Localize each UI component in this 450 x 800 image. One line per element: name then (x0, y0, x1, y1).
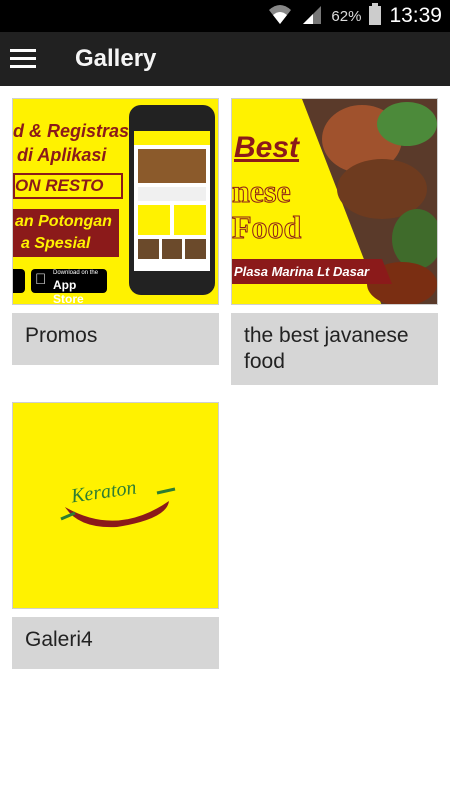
poster-text: Food (232, 209, 302, 246)
poster-text: d & Registrasi (13, 121, 135, 141)
poster-text: di Aplikasi (17, 145, 107, 165)
apple-icon:  (35, 271, 46, 288)
battery-percent: 62% (331, 7, 362, 25)
poster-text: Plasa Marina Lt Dasar (234, 264, 370, 279)
gallery-card-javanese-food[interactable]: Best nese Food Plasa Marina Lt Dasar the… (231, 98, 438, 385)
phone-image (129, 105, 215, 295)
gallery-thumbnail[interactable]: Keraton (12, 402, 219, 609)
app-bar: Gallery (0, 32, 450, 86)
poster-brand: ON RESTO (15, 176, 104, 195)
gallery-card-promos[interactable]: d & Registrasi di Aplikasi ON RESTO an P… (12, 98, 219, 365)
battery-icon (369, 2, 382, 30)
gallery-thumbnail[interactable]: d & Registrasi di Aplikasi ON RESTO an P… (12, 98, 219, 305)
card-caption[interactable]: Galeri4 (12, 617, 219, 669)
card-caption[interactable]: the best javanese food (231, 313, 438, 385)
poster-text: an Potongan (15, 213, 112, 230)
store-text: App Store (53, 278, 84, 305)
card-caption[interactable]: Promos (12, 313, 219, 365)
clock: 13:39 (389, 4, 442, 27)
poster-text: nese (232, 173, 291, 210)
gallery-card-galeri4[interactable]: Keraton Galeri4 (12, 402, 219, 669)
poster-text: Best (234, 131, 300, 164)
status-bar: 62% 13:39 (0, 0, 450, 32)
signal-icon (301, 3, 323, 30)
poster-text: a Spesial (21, 235, 91, 252)
gallery-thumbnail[interactable]: Best nese Food Plasa Marina Lt Dasar (231, 98, 438, 305)
page-title: Gallery (75, 45, 157, 72)
hamburger-menu-icon[interactable] (10, 44, 40, 72)
wifi-icon (267, 2, 293, 31)
store-small-text: Download on the (53, 270, 99, 276)
